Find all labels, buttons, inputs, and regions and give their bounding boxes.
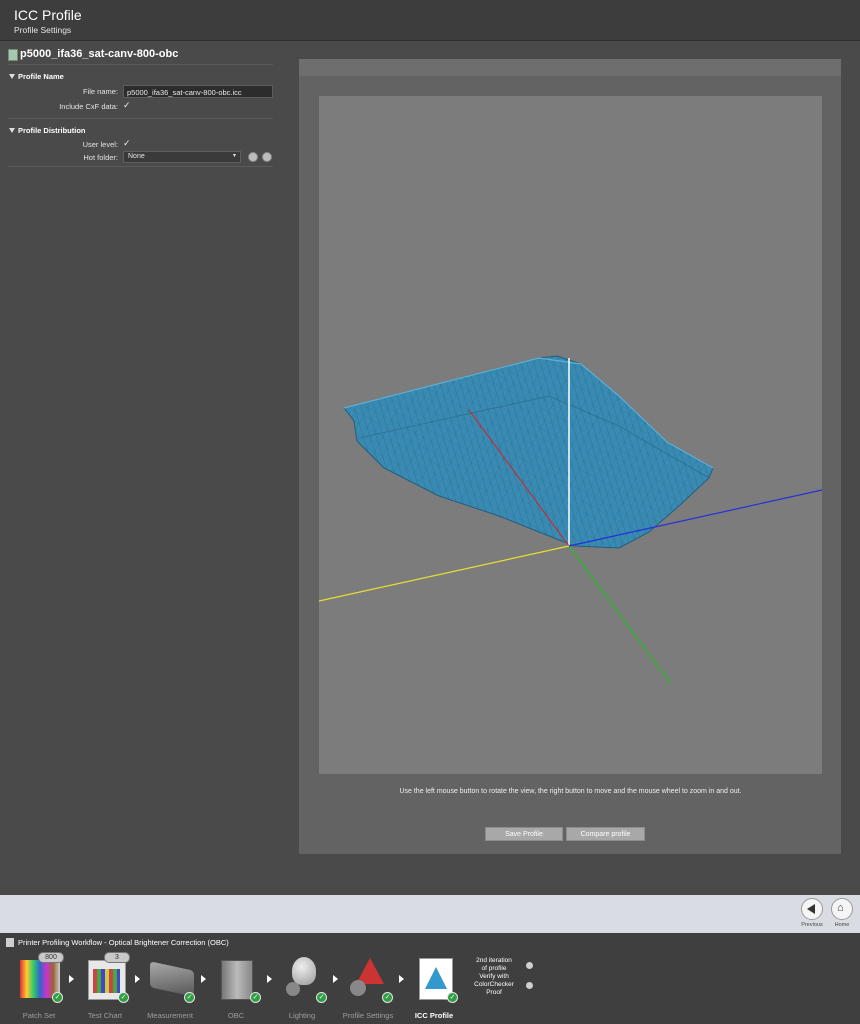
file-name-label: File name: [82, 87, 118, 96]
save-profile-button[interactable]: Save Profile [485, 827, 563, 841]
step-arrow-icon [135, 975, 140, 983]
disclosure-triangle-icon[interactable] [9, 74, 15, 79]
navigation-bar [0, 895, 860, 933]
cxf-label: Include CxF data: [59, 102, 118, 111]
check-icon: ✓ [52, 992, 63, 1003]
home-icon: ⌂ [837, 902, 844, 914]
divider [8, 166, 273, 167]
check-icon: ✓ [316, 992, 327, 1003]
next-step-line: ColorChecker [474, 981, 514, 988]
home-button[interactable]: ⌂ [831, 898, 853, 920]
gamut-3d-render [318, 355, 823, 685]
chart-count-badge: 3 [104, 952, 130, 963]
gamut-triangle [425, 967, 447, 989]
user-level-label: User level: [82, 140, 118, 149]
previous-arrow-icon [807, 904, 815, 914]
divider [8, 118, 273, 119]
step-patch-set[interactable]: Patch Set [4, 1011, 74, 1020]
section-profile-distribution: Profile Distribution [18, 126, 86, 135]
gamut-3d-viewport[interactable] [318, 96, 823, 774]
lighting-icon[interactable] [292, 957, 316, 985]
window-header [0, 0, 860, 41]
hot-folder-value: None [128, 153, 145, 160]
file-name-field[interactable]: p5000_ifa36_sat-canv-800-obc.icc [123, 85, 273, 98]
hot-folder-label: Hot folder: [83, 153, 118, 162]
divider [8, 64, 273, 65]
gear-icon [350, 980, 366, 996]
step-test-chart[interactable]: Test Chart [70, 1011, 140, 1020]
step-profile-settings[interactable]: Profile Settings [333, 1011, 403, 1020]
step-arrow-icon [399, 975, 404, 983]
step-measurement[interactable]: Measurement [135, 1011, 205, 1020]
check-icon: ✓ [184, 992, 195, 1003]
page-title: ICC Profile [14, 7, 82, 23]
step-arrow-icon [69, 975, 74, 983]
previous-label: Previous [801, 922, 823, 928]
test-chart-swatches [93, 969, 120, 993]
previous-button[interactable] [801, 898, 823, 920]
compare-profile-button[interactable]: Compare profile [566, 827, 645, 841]
axis-b-negative [318, 545, 570, 602]
patch-count-badge: 800 [38, 952, 64, 963]
user-level-checkbox[interactable]: ✓ [123, 138, 131, 149]
viewer-toolbar [299, 59, 841, 76]
printer-icon [6, 938, 14, 947]
step-arrow-icon [333, 975, 338, 983]
section-profile-name: Profile Name [18, 72, 64, 81]
next-step-line: 2nd iteration [476, 957, 512, 964]
next-step-line: of profile [481, 965, 507, 972]
axis-a-negative [568, 545, 672, 685]
check-icon: ✓ [118, 992, 129, 1003]
step-obc[interactable]: OBC [201, 1011, 271, 1020]
gear-icon [286, 982, 300, 996]
step-arrow-icon [267, 975, 272, 983]
chevron-down-icon: ▾ [232, 153, 236, 159]
next-step-line: Proof [486, 989, 502, 996]
profile-document-icon [8, 49, 18, 61]
profile-name-heading: p5000_ifa36_sat-canv-800-obc [20, 48, 179, 60]
viewer-hint: Use the left mouse button to rotate the … [399, 788, 742, 795]
check-icon: ✓ [447, 992, 458, 1003]
hot-folder-select[interactable]: None ▾ [123, 151, 241, 163]
workflow-title: Printer Profiling Workflow - Optical Bri… [18, 938, 229, 947]
verify-add-icon[interactable] [526, 982, 533, 989]
cxf-checkbox[interactable]: ✓ [123, 100, 131, 111]
next-step-line: Verify with [479, 973, 509, 980]
obc-icon[interactable] [221, 960, 253, 1000]
iteration-add-icon[interactable] [526, 962, 533, 969]
remove-folder-icon[interactable] [262, 152, 272, 162]
page-subtitle: Profile Settings [14, 25, 72, 35]
step-arrow-icon [201, 975, 206, 983]
next-steps: 2nd iteration of profile Verify with Col… [466, 957, 522, 997]
home-label: Home [834, 922, 850, 928]
step-lighting[interactable]: Lighting [267, 1011, 337, 1020]
step-icc-profile[interactable]: ICC Profile [399, 1011, 469, 1020]
check-icon: ✓ [382, 992, 393, 1003]
check-icon: ✓ [250, 992, 261, 1003]
add-folder-icon[interactable] [248, 152, 258, 162]
disclosure-triangle-icon[interactable] [9, 128, 15, 133]
